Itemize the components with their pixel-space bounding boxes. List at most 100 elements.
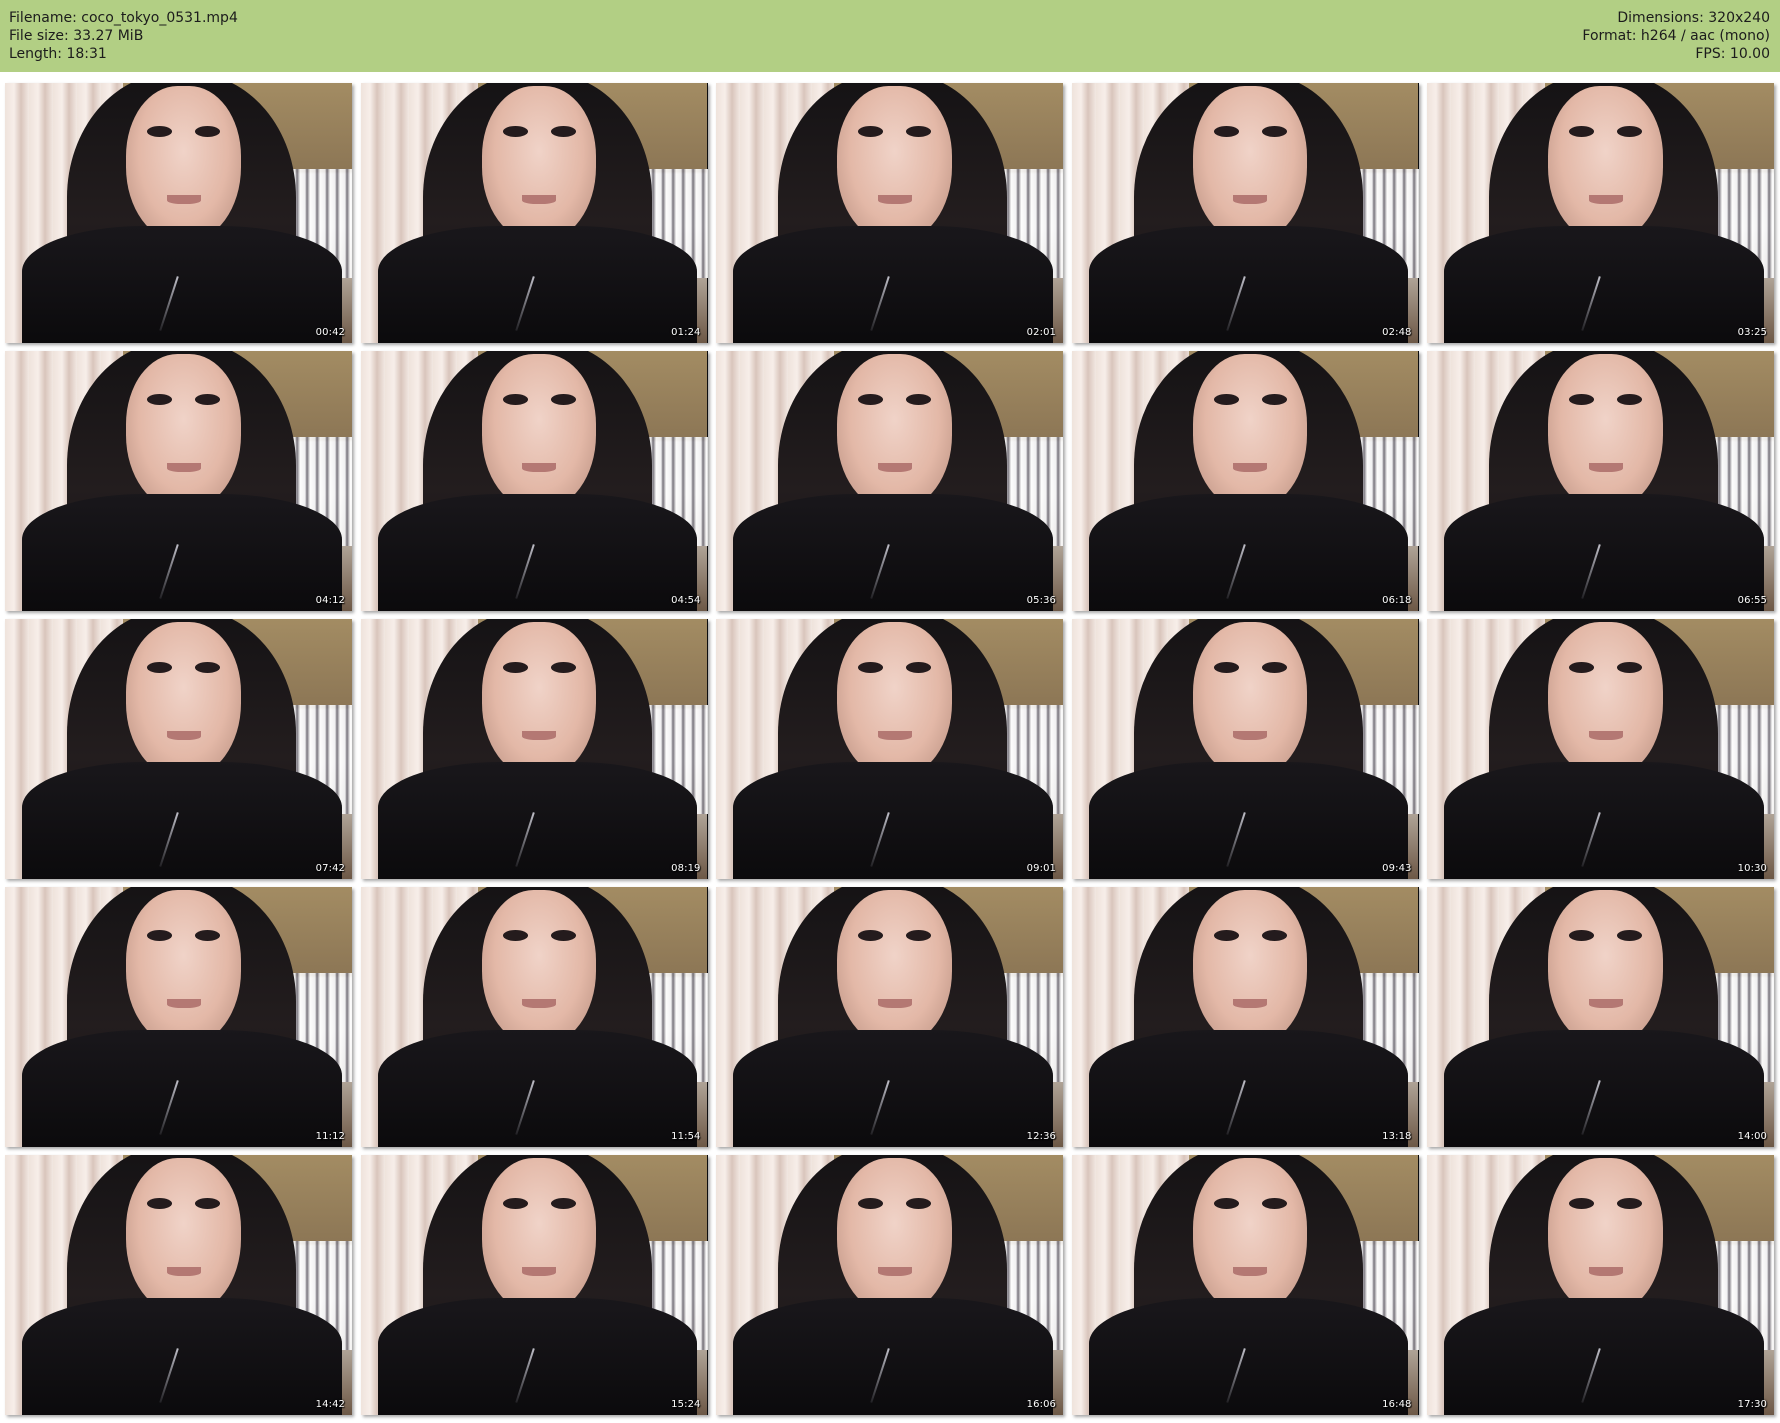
video-thumbnail[interactable]: 17:30 [1427, 1155, 1774, 1415]
video-thumbnail[interactable]: 04:12 [5, 351, 352, 611]
format-label: Format: h264 / aac (mono) [1582, 28, 1770, 44]
face [1548, 889, 1663, 1046]
video-thumbnail[interactable]: 16:48 [1071, 1155, 1419, 1415]
timestamp-label: 02:01 [1026, 327, 1056, 338]
face [837, 889, 952, 1046]
video-thumbnail[interactable]: 03:25 [1427, 83, 1774, 343]
timestamp-label: 09:01 [1026, 863, 1056, 874]
right-eye [550, 662, 576, 674]
face [126, 889, 241, 1046]
left-eye [1213, 126, 1239, 138]
black-top [1088, 1030, 1409, 1147]
video-thumbnail[interactable]: 04:54 [360, 351, 708, 611]
filename-label: Filename: coco_tokyo_0531.mp4 [9, 10, 238, 26]
black-top [733, 1298, 1053, 1415]
video-thumbnail[interactable]: 00:42 [5, 83, 352, 343]
video-thumbnail[interactable]: 12:36 [716, 887, 1063, 1147]
thumbnail-image [1427, 619, 1774, 879]
thumbnail-image [5, 351, 352, 611]
right-eye [550, 126, 576, 138]
video-thumbnail[interactable]: 06:55 [1427, 351, 1774, 611]
face [1192, 1157, 1308, 1314]
right-eye [906, 126, 932, 138]
video-thumbnail[interactable]: 07:42 [5, 619, 352, 879]
right-eye [906, 662, 932, 674]
face [837, 353, 952, 510]
video-thumbnail[interactable]: 14:42 [5, 1155, 352, 1415]
mouth [522, 194, 557, 205]
right-eye [195, 930, 221, 942]
mouth [877, 1266, 912, 1277]
length-label: Length: 18:31 [9, 46, 107, 62]
video-thumbnail[interactable]: 16:06 [716, 1155, 1063, 1415]
thumbnail-image [1427, 1155, 1774, 1415]
right-eye [906, 930, 932, 942]
timestamp-label: 14:42 [315, 1399, 345, 1410]
video-thumbnail[interactable]: 13:18 [1071, 887, 1419, 1147]
timestamp-label: 10:30 [1737, 863, 1767, 874]
right-eye [550, 930, 576, 942]
thumbnail-image [716, 83, 1063, 343]
mouth [1588, 462, 1623, 473]
video-info-header: Filename: coco_tokyo_0531.mp4 File size:… [0, 0, 1780, 72]
face [837, 85, 952, 242]
face [837, 1157, 952, 1314]
video-thumbnail[interactable]: 09:01 [716, 619, 1063, 879]
video-thumbnail[interactable]: 14:00 [1427, 887, 1774, 1147]
mouth [1233, 730, 1268, 741]
face [481, 889, 597, 1046]
black-top [1444, 1298, 1764, 1415]
mouth [1233, 462, 1268, 473]
mouth [1588, 998, 1623, 1009]
video-thumbnail[interactable]: 02:01 [716, 83, 1063, 343]
face [481, 621, 597, 778]
mouth [1588, 1266, 1623, 1277]
left-eye [858, 126, 884, 138]
video-thumbnail[interactable]: 06:18 [1071, 351, 1419, 611]
left-eye [858, 394, 884, 406]
black-top [377, 762, 698, 879]
left-eye [1569, 930, 1595, 942]
mouth [522, 998, 557, 1009]
timestamp-label: 02:48 [1382, 327, 1412, 338]
video-thumbnail[interactable]: 01:24 [360, 83, 708, 343]
mouth [1233, 194, 1268, 205]
right-eye [906, 394, 932, 406]
video-thumbnail[interactable]: 08:19 [360, 619, 708, 879]
black-top [1444, 494, 1764, 611]
video-thumbnail[interactable]: 11:54 [360, 887, 708, 1147]
video-thumbnail[interactable]: 10:30 [1427, 619, 1774, 879]
black-top [377, 1298, 698, 1415]
left-eye [1213, 1198, 1239, 1210]
video-thumbnail[interactable]: 15:24 [360, 1155, 708, 1415]
right-eye [550, 394, 576, 406]
black-top [1088, 226, 1409, 343]
left-eye [858, 930, 884, 942]
thumbnail-image [716, 351, 1063, 611]
thumbnail-image [360, 887, 708, 1147]
face [126, 353, 241, 510]
timestamp-label: 04:54 [671, 595, 701, 606]
right-eye [550, 1198, 576, 1210]
black-top [733, 226, 1053, 343]
thumbnail-image [1071, 351, 1419, 611]
face [1192, 621, 1308, 778]
video-thumbnail[interactable]: 09:43 [1071, 619, 1419, 879]
thumbnail-image [1071, 83, 1419, 343]
timestamp-label: 11:12 [315, 1131, 345, 1142]
right-eye [195, 1198, 221, 1210]
video-thumbnail[interactable]: 02:48 [1071, 83, 1419, 343]
timestamp-label: 13:18 [1382, 1131, 1412, 1142]
thumbnail-image [5, 619, 352, 879]
timestamp-label: 15:24 [671, 1399, 701, 1410]
timestamp-label: 12:36 [1026, 1131, 1056, 1142]
timestamp-label: 09:43 [1382, 863, 1412, 874]
black-top [22, 226, 342, 343]
face [481, 1157, 597, 1314]
black-top [1444, 1030, 1764, 1147]
mouth [166, 462, 201, 473]
video-thumbnail[interactable]: 11:12 [5, 887, 352, 1147]
video-thumbnail[interactable]: 05:36 [716, 351, 1063, 611]
thumbnail-grid: 00:42 01:24 02:01 02:48 03:25 04:12 04:5… [5, 83, 1775, 1416]
right-eye [1261, 126, 1287, 138]
